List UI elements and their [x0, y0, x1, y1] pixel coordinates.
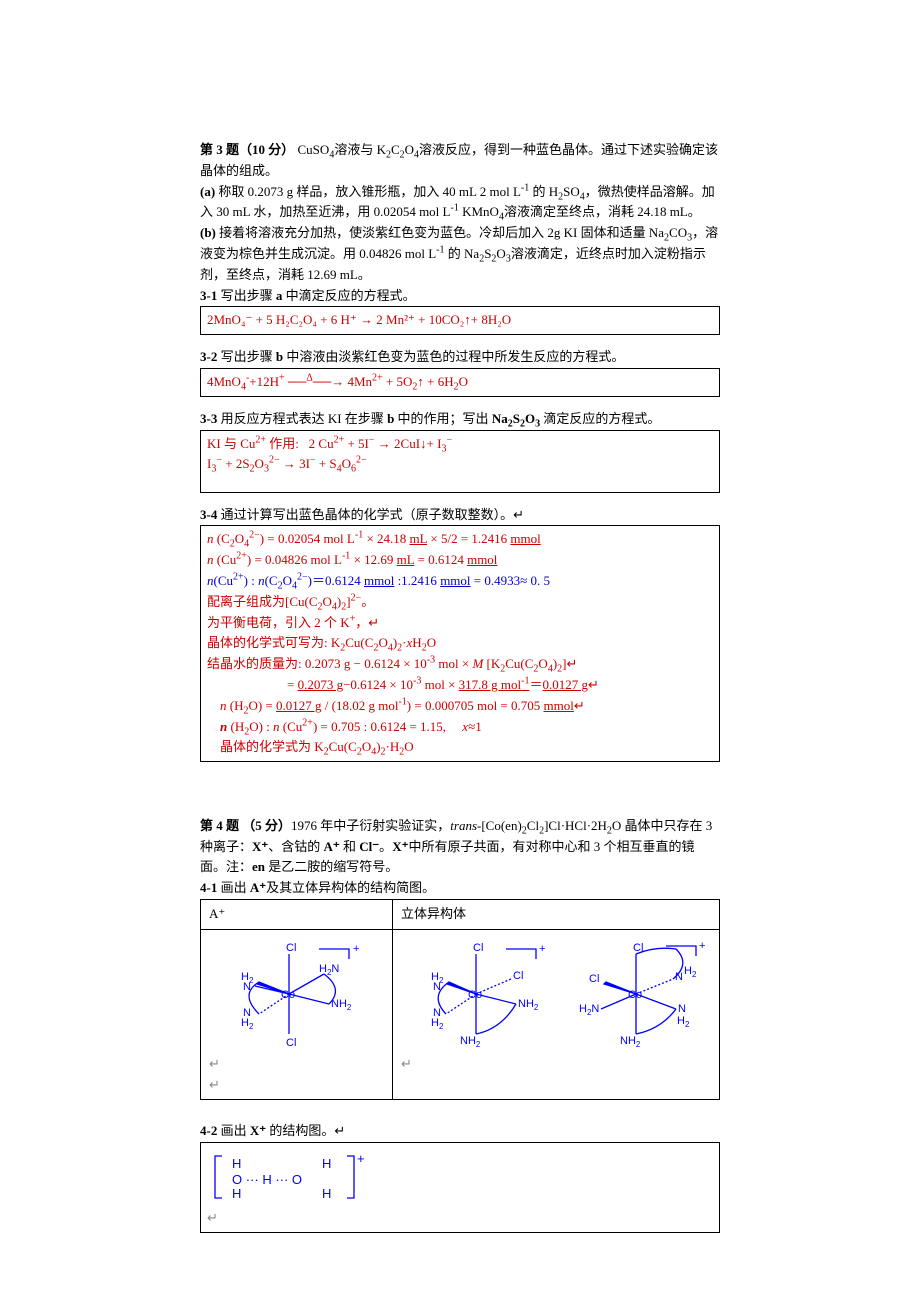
- svg-text:NH2: NH2: [620, 1035, 641, 1049]
- q3-1-prompt: 3-1 写出步骤 a 中滴定反应的方程式。: [200, 286, 720, 307]
- a34-l11: 晶体的化学式为 K2Cu(C2O4)2·H2O: [207, 737, 713, 758]
- structure-A-cell: ClCl Co NH2 H2N H2N NH2 + ↵↵: [201, 929, 393, 1100]
- structure-table: A⁺ 立体异构体 ClCl Co NH2 H2N H2N NH2 + ↵↵ Cl…: [200, 899, 720, 1100]
- answer-3-3a: KI 与 Cu2+ 作用: 2 Cu2+ + 5I− → 2CuI↓+ I3−: [207, 436, 452, 451]
- trans-structure-icon: ClCl Co NH2 H2N H2N NH2 +: [209, 934, 369, 1054]
- a34-l4: 配离子组成为[Cu(C2O4)2]2−。: [207, 592, 713, 613]
- answer-box-4-2: HH O ··· H ··· O HH + ↵: [200, 1142, 720, 1233]
- svg-text:Cl: Cl: [473, 942, 483, 954]
- q3-title: 第 3 题（10 分） CuSO4溶液与 K2C2O4溶液反应，得到一种蓝色晶体…: [200, 140, 720, 182]
- q3-3-prompt: 3-3 用反应方程式表达 KI 在步骤 b 中的作用；写出 Na2S2O3 滴定…: [200, 409, 720, 430]
- svg-text:N: N: [433, 981, 441, 993]
- answer-box-3-1: 2MnO₄⁻ + 5 H₂C₂O₄ + 6 H⁺ → 2 Mn²⁺ + 10CO…: [200, 306, 720, 335]
- a34-l8: = 0.2073 g−0.6124 × 10-3 mol × 317.8 g m…: [207, 675, 713, 696]
- a34-l6: 晶体的化学式可写为: K2Cu(C2O4)2·xH2O: [207, 633, 713, 654]
- svg-text:Cl: Cl: [286, 1037, 296, 1049]
- svg-text:+: +: [699, 940, 705, 952]
- svg-text:H: H: [322, 1186, 331, 1201]
- a34-l7: 结晶水的质量为: 0.2073 g − 0.6124 × 10-3 mol × …: [207, 654, 713, 675]
- q3-a: (a) 称取 0.2073 g 样品，放入锥形瓶，加入 40 mL 2 mol …: [200, 182, 720, 224]
- answer-box-3-2: 4MnO4-+12H+ ──Δ──→ 4Mn2+ + 5O2↑ + 6H2O: [200, 368, 720, 397]
- svg-text:Cl: Cl: [286, 942, 296, 954]
- q4-title: 第 4 题 （5 分）1976 年中子衍射实验证实，trans-[Co(en)2…: [200, 816, 720, 878]
- a34-l3: n(Cu2+) : n(C2O42−)＝0.6124 mmol :1.2416 …: [207, 571, 713, 592]
- structure-isomers-cell: ClCl Co NH2 NH2 H2N NH2 + ClCl Co H2N NH…: [393, 929, 720, 1100]
- q3-b: (b) 接着将溶液充分加热，使淡紫红色变为蓝色。冷却后加入 2g KI 固体和适…: [200, 223, 720, 285]
- svg-text:NH2: NH2: [518, 998, 539, 1012]
- a34-l9: n (H2O) = 0.0127 g / (18.02 g mol-1) = 0…: [207, 696, 713, 717]
- xplus-structure-icon: HH O ··· H ··· O HH +: [207, 1146, 377, 1208]
- svg-text:H2: H2: [431, 1017, 444, 1031]
- svg-text:H2N: H2N: [319, 963, 339, 977]
- svg-text:Co: Co: [628, 989, 642, 1001]
- svg-text:+: +: [353, 943, 359, 955]
- q3-4-prompt: 3-4 通过计算写出蓝色晶体的化学式（原子数取整数）。↵: [200, 505, 720, 526]
- svg-text:Cl: Cl: [513, 970, 523, 982]
- svg-text:H2: H2: [241, 1017, 254, 1031]
- answer-box-3-4: n (C2O42−) = 0.02054 mol L-1 × 24.18 mL …: [200, 525, 720, 762]
- a34-l2: n (Cu2+) = 0.04826 mol L-1 × 12.69 mL = …: [207, 550, 713, 571]
- svg-text:Cl: Cl: [589, 973, 599, 985]
- svg-text:H: H: [232, 1186, 241, 1201]
- answer-3-1: 2MnO₄⁻ + 5 H₂C₂O₄ + 6 H⁺ → 2 Mn²⁺ + 10CO…: [207, 312, 511, 327]
- svg-text:N: N: [243, 981, 251, 993]
- answer-box-3-3: KI 与 Cu2+ 作用: 2 Cu2+ + 5I− → 2CuI↓+ I3− …: [200, 430, 720, 493]
- svg-text:O ··· H ··· O: O ··· H ··· O: [232, 1172, 302, 1187]
- svg-text:NH2: NH2: [460, 1035, 481, 1049]
- a34-l1: n (C2O42−) = 0.02054 mol L-1 × 24.18 mL …: [207, 529, 713, 550]
- a34-l10: n (H2O) : n (Cu2+) = 0.705 : 0.6124 = 1.…: [207, 717, 713, 738]
- col-header-B: 立体异构体: [401, 906, 466, 921]
- svg-text:N: N: [678, 1003, 686, 1015]
- cis-structure-2-icon: ClCl Co H2N NH2 NH2 NH2 +: [561, 934, 711, 1054]
- svg-text:H2: H2: [677, 1015, 690, 1029]
- answer-3-2: 4MnO4-+12H+ ──Δ──→ 4Mn2+ + 5O2↑ + 6H2O: [207, 374, 468, 389]
- q4-2-prompt: 4-2 画出 X⁺ 的结构图。↵: [200, 1121, 720, 1142]
- svg-text:H2: H2: [684, 965, 697, 979]
- cis-structure-1-icon: ClCl Co NH2 NH2 H2N NH2 +: [401, 934, 551, 1054]
- svg-text:NH2: NH2: [331, 998, 352, 1012]
- svg-text:H: H: [232, 1156, 241, 1171]
- col-header-A: A⁺: [209, 906, 225, 921]
- answer-3-3b: I3− + 2S2O32− → 3I− + S4O62−: [207, 456, 367, 471]
- svg-text:H: H: [322, 1156, 331, 1171]
- a34-l5: 为平衡电荷，引入 2 个 K+，↵: [207, 613, 713, 634]
- svg-text:H2N: H2N: [579, 1003, 599, 1017]
- svg-text:+: +: [539, 943, 545, 955]
- q4-1-prompt: 4-1 画出 A⁺及其立体异构体的结构简图。: [200, 878, 720, 899]
- q3-2-prompt: 3-2 写出步骤 b 中溶液由淡紫红色变为蓝色的过程中所发生反应的方程式。: [200, 347, 720, 368]
- svg-text:N: N: [675, 971, 683, 983]
- svg-text:Co: Co: [281, 989, 295, 1001]
- svg-text:Cl: Cl: [633, 942, 643, 954]
- svg-text:+: +: [357, 1151, 365, 1166]
- svg-text:Co: Co: [468, 989, 482, 1001]
